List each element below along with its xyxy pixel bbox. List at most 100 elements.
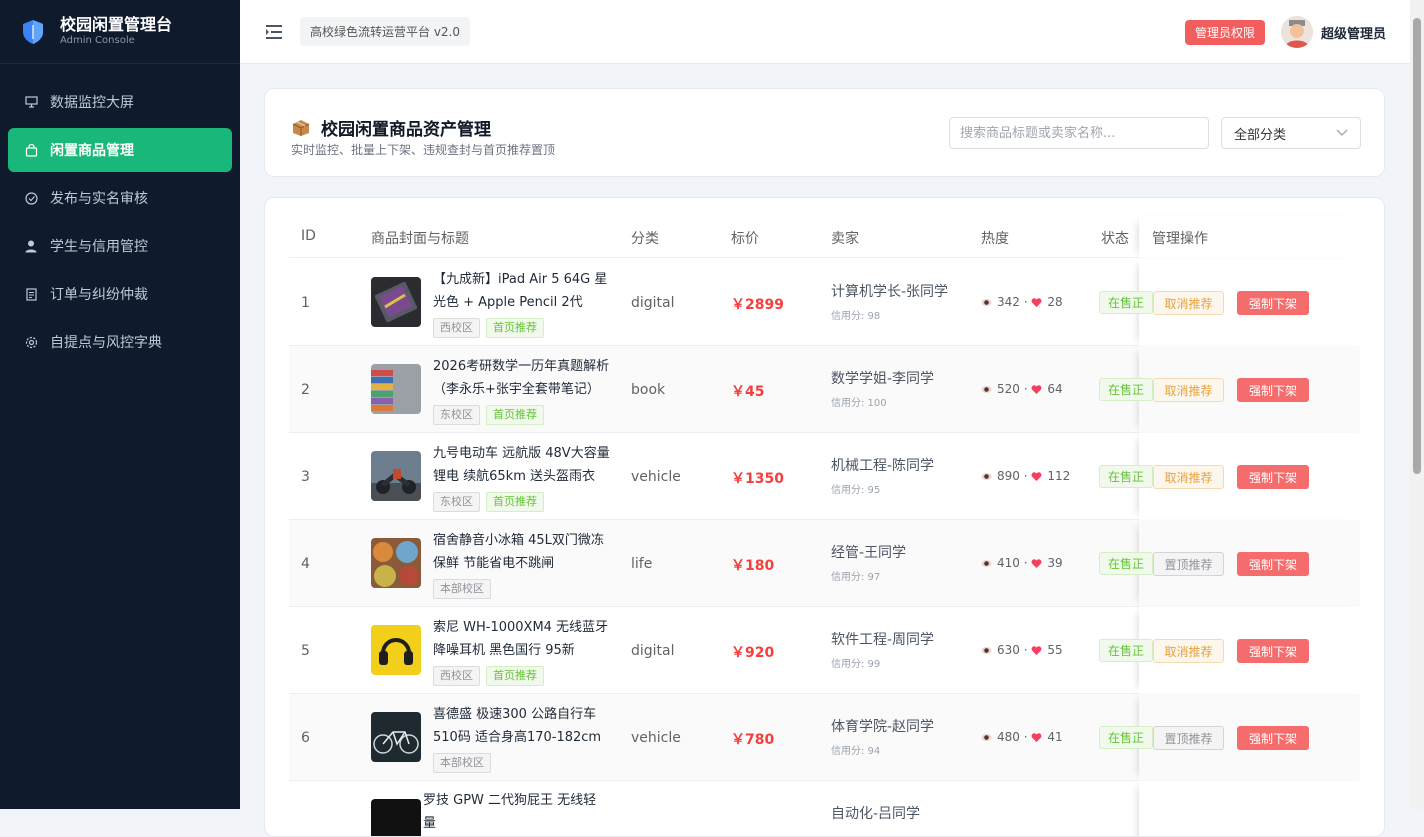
column-header-actions: 管理操作 — [1152, 231, 1208, 247]
column-header-category: 分类 — [631, 231, 659, 247]
force-delist-button[interactable]: 强制下架 — [1237, 465, 1309, 489]
page-title-text: 校园闲置商品资产管理 — [321, 120, 491, 140]
product-title[interactable]: 【九成新】iPad Air 5 64G 星光色 + Apple Pencil 2… — [433, 268, 615, 314]
seller-name: 自动化-吕同学 — [831, 806, 921, 822]
search-input[interactable] — [949, 117, 1209, 149]
force-delist-button[interactable]: 强制下架 — [1237, 726, 1309, 750]
heat-cell: 520 · 64 — [981, 382, 1063, 396]
sidebar-item-audit[interactable]: 发布与实名审核 — [8, 176, 232, 220]
sidebar-item-settings[interactable]: 自提点与风控字典 — [8, 320, 232, 364]
sidebar-nav: 数据监控大屏 闲置商品管理 发布与实名审核 学生与信用管控 订单与纠纷仲裁 自提… — [0, 64, 240, 364]
heart-icon — [1031, 471, 1042, 482]
cancel-recommend-button[interactable]: 取消推荐 — [1153, 291, 1224, 315]
status-badge: 在售正 — [1099, 465, 1154, 488]
like-count: 55 — [1047, 643, 1063, 657]
table-row: 3 九号电动车 远航版 48V大容量锂电 续航65km 送头盔雨衣 东校区 首页推… — [289, 433, 1360, 520]
sidebar-item-students[interactable]: 学生与信用管控 — [8, 224, 232, 268]
check-circle-icon — [24, 191, 38, 205]
seller-credit: 信用分: 94 — [831, 746, 881, 757]
product-title[interactable]: 2026考研数学一历年真题解析（李永乐+张宇全套带笔记） — [433, 355, 615, 401]
sidebar-item-dashboard[interactable]: 数据监控大屏 — [8, 80, 232, 124]
category-cell: digital — [631, 643, 675, 659]
brand-subtitle: Admin Console — [60, 34, 135, 46]
force-delist-button[interactable]: 强制下架 — [1237, 639, 1309, 663]
force-delist-button[interactable]: 强制下架 — [1237, 552, 1309, 576]
eye-icon — [981, 645, 992, 656]
brand-title: 校园闲置管理台 — [60, 14, 173, 34]
sidebar-item-goods[interactable]: 闲置商品管理 — [8, 128, 232, 172]
platform-tag: 高校绿色流转运营平台 v2.0 — [300, 17, 471, 46]
force-delist-button[interactable]: 强制下架 — [1237, 291, 1309, 315]
row-id: 3 — [301, 469, 310, 485]
seller-name: 软件工程-周同学 — [831, 632, 935, 648]
menu-fold-icon[interactable] — [265, 24, 283, 40]
product-title[interactable]: 喜德盛 极速300 公路自行车 510码 适合身高170-182cm — [433, 703, 615, 749]
table-row: 2 2026考研数学一历年真题解析（李永乐+张宇全套带笔记） 东校区 首页推荐 b… — [289, 346, 1360, 433]
product-thumbnail — [371, 451, 421, 501]
like-count: 112 — [1047, 469, 1071, 483]
product-title[interactable]: 索尼 WH-1000XM4 无线蓝牙降噪耳机 黑色国行 95新 — [433, 616, 615, 662]
sidebar-item-orders[interactable]: 订单与纠纷仲裁 — [8, 272, 232, 316]
price-cell: ￥920 — [731, 645, 775, 661]
campus-tag: 本部校区 — [433, 579, 491, 599]
page-scrollbar[interactable] — [1410, 0, 1424, 809]
heart-icon — [1031, 732, 1042, 743]
category-cell: book — [631, 382, 666, 398]
row-id: 1 — [301, 295, 310, 311]
seller-name: 机械工程-陈同学 — [831, 458, 935, 474]
status-badge: 在售正 — [1099, 378, 1154, 401]
like-count: 28 — [1047, 295, 1063, 309]
product-title[interactable]: 九号电动车 远航版 48V大容量锂电 续航65km 送头盔雨衣 — [433, 442, 615, 488]
like-count: 39 — [1047, 556, 1063, 570]
avatar[interactable] — [1280, 16, 1313, 48]
status-badge: 在售正 — [1099, 726, 1154, 749]
price-cell: ￥2899 — [731, 297, 784, 313]
category-select[interactable]: 全部分类 — [1221, 117, 1361, 149]
product-title[interactable]: 罗技 GPW 二代狗屁王 无线轻量 — [423, 789, 605, 835]
pin-recommend-button[interactable]: 置顶推荐 — [1153, 552, 1224, 576]
cancel-recommend-button[interactable]: 取消推荐 — [1153, 378, 1224, 402]
shield-logo-icon — [23, 19, 43, 44]
seller-name: 数学学姐-李同学 — [831, 371, 935, 387]
like-count: 41 — [1047, 730, 1063, 744]
heart-icon — [1031, 645, 1042, 656]
admin-name[interactable]: 超级管理员 — [1321, 23, 1386, 42]
eye-icon — [981, 384, 992, 395]
row-id: 5 — [301, 643, 310, 659]
price-cell: ￥780 — [731, 732, 775, 748]
category-cell: digital — [631, 295, 675, 311]
cancel-recommend-button[interactable]: 取消推荐 — [1153, 465, 1224, 489]
brand: 校园闲置管理台 Admin Console — [0, 0, 240, 64]
chevron-down-icon — [1336, 129, 1348, 136]
category-cell: vehicle — [631, 469, 681, 485]
cancel-recommend-button[interactable]: 取消推荐 — [1153, 639, 1224, 663]
status-badge: 在售正 — [1099, 639, 1154, 662]
row-id: 2 — [301, 382, 310, 398]
seller-name: 体育学院-赵同学 — [831, 719, 935, 735]
document-icon — [24, 287, 38, 301]
force-delist-button[interactable]: 强制下架 — [1237, 378, 1309, 402]
product-title[interactable]: 宿舍静音小冰箱 45L双门微冻保鲜 节能省电不跳闸 — [433, 529, 615, 575]
product-thumbnail — [371, 277, 421, 327]
status-badge: 在售正 — [1099, 291, 1154, 314]
sidebar-item-label: 闲置商品管理 — [50, 143, 134, 159]
page-header-card: 校园闲置商品资产管理 实时监控、批量上下架、违规查封与首页推荐置顶 全部分类 — [264, 88, 1385, 177]
pin-recommend-button[interactable]: 置顶推荐 — [1153, 726, 1224, 750]
page-subtitle: 实时监控、批量上下架、违规查封与首页推荐置顶 — [291, 143, 556, 157]
campus-tag: 西校区 — [433, 666, 480, 686]
page-title: 校园闲置商品资产管理 — [291, 115, 491, 140]
heart-icon — [1031, 384, 1042, 395]
sidebar-item-label: 发布与实名审核 — [50, 191, 148, 207]
column-header-title: 商品封面与标题 — [371, 231, 469, 247]
sidebar-item-label: 自提点与风控字典 — [50, 335, 162, 351]
category-select-value: 全部分类 — [1234, 127, 1287, 143]
package-icon — [292, 119, 310, 136]
view-count: 890 · — [997, 469, 1028, 483]
heat-cell: 410 · 39 — [981, 556, 1063, 570]
seller-credit: 信用分: 100 — [831, 398, 887, 409]
campus-tag: 东校区 — [433, 405, 480, 425]
status-badge: 在售正 — [1099, 552, 1154, 575]
view-count: 342 · — [997, 295, 1028, 309]
seller-name: 计算机学长-张同学 — [831, 284, 949, 300]
scrollbar-thumb[interactable] — [1413, 18, 1421, 474]
